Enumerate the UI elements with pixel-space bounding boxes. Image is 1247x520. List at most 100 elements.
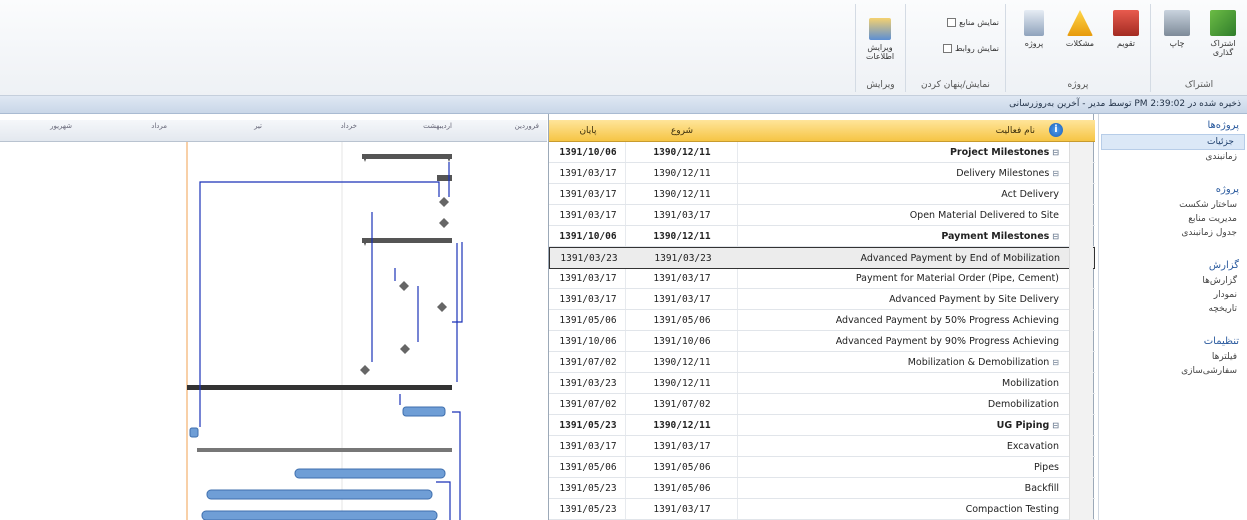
table-row[interactable]: 1391/10/06 1391/10/06 Advanced Payment by … [549,331,1095,352]
finish-cell[interactable]: 1391/10/06 [551,226,625,247]
summary-bar[interactable] [437,175,452,181]
nav-section-heading[interactable]: پروژه [1099,178,1247,198]
nav-item[interactable]: تاریخچه [1099,302,1247,316]
checkbox-box[interactable] [947,18,957,27]
milestone[interactable] [439,197,449,207]
nav-item[interactable]: جدول زمانبندی [1099,226,1247,240]
finish-cell[interactable]: 1391/07/02 [551,394,625,415]
finish-cell[interactable]: 1391/03/17 [551,184,625,205]
task-name-cell[interactable]: Payment for Material Order (Pipe, Cement… [741,268,1063,289]
start-cell[interactable]: 1391/03/23 [628,248,738,269]
finish-cell[interactable]: 1391/03/17 [551,163,625,184]
start-cell[interactable]: 1391/03/17 [627,289,737,310]
info-icon[interactable]: i [1049,123,1063,137]
task-name-cell[interactable]: Open Material Delivered to Site [741,205,1063,226]
nav-section-heading[interactable]: گزارش [1099,254,1247,274]
project-button[interactable]: پروژه [1014,10,1054,48]
task-name-cell[interactable]: UG Piping ⊟ [741,415,1063,436]
start-cell[interactable]: 1391/07/02 [627,394,737,415]
task-name-cell[interactable]: Mobilization [741,373,1063,394]
nav-item[interactable]: جزئیات [1101,134,1245,150]
task-bar[interactable] [189,427,199,438]
finish-cell[interactable]: 1391/03/17 [551,205,625,226]
column-header-finish[interactable]: پایان [551,120,625,142]
show-links-checkbox[interactable]: نمایش روابط [942,44,999,53]
grid-scrollbar[interactable] [1069,142,1093,520]
finish-cell[interactable]: 1391/05/23 [551,415,625,436]
start-cell[interactable]: 1391/03/17 [627,205,737,226]
finish-cell[interactable]: 1391/03/17 [551,268,625,289]
task-grid[interactable]: پایان شروع نام فعالیت i 1391/10/06 1390/1… [548,114,1095,520]
issues-button[interactable]: مشکلات [1060,10,1100,48]
task-name-cell[interactable]: Compaction Testing [741,499,1063,520]
table-row[interactable]: 1391/10/06 1390/12/11 Payment Milestones ⊟ [549,226,1095,247]
start-cell[interactable]: 1390/12/11 [627,142,737,163]
table-row[interactable]: 1391/05/23 1391/03/17 Compaction Testing [549,499,1095,520]
finish-cell[interactable]: 1391/05/06 [551,457,625,478]
table-row[interactable]: 1391/03/17 1390/12/11 Delivery Milestones ⊟ [549,163,1095,184]
task-name-cell[interactable]: Act Delivery [741,184,1063,205]
expand-toggle-icon[interactable]: ⊟ [1052,232,1059,241]
finish-cell[interactable]: 1391/03/17 [551,289,625,310]
start-cell[interactable]: 1391/05/06 [627,478,737,499]
nav-item[interactable]: زمانبندی [1099,150,1247,164]
start-cell[interactable]: 1390/12/11 [627,184,737,205]
table-row[interactable]: 1391/03/17 1391/03/17 Payment for Material… [549,268,1095,289]
task-name-cell[interactable]: Backfill [741,478,1063,499]
print-button[interactable]: چاپ [1157,10,1197,48]
start-cell[interactable]: 1390/12/11 [627,163,737,184]
start-cell[interactable]: 1391/05/06 [627,310,737,331]
milestone[interactable] [439,218,449,228]
table-row[interactable]: 1391/03/17 1390/12/11 Act Delivery [549,184,1095,205]
task-name-cell[interactable]: Excavation [741,436,1063,457]
milestone[interactable] [360,365,370,375]
edit-info-button[interactable]: ویرایش اطلاعات [860,18,900,61]
task-name-cell[interactable]: Delivery Milestones ⊟ [741,163,1063,184]
task-bar[interactable] [206,489,433,500]
nav-section-heading[interactable]: پروژه‌ها [1099,114,1247,134]
nav-section-heading[interactable]: تنظیمات [1099,330,1247,350]
summary-bar[interactable] [197,448,452,452]
summary-bar[interactable] [362,154,452,159]
finish-cell[interactable]: 1391/05/23 [551,499,625,520]
summary-bar[interactable] [187,385,452,390]
start-cell[interactable]: 1390/12/11 [627,415,737,436]
checkbox-box[interactable] [942,44,952,53]
table-row[interactable]: 1391/07/02 1391/07/02 Demobilization [549,394,1095,415]
show-resources-checkbox[interactable]: نمایش منابع [947,18,999,27]
table-row[interactable]: 1391/05/23 1390/12/11 UG Piping ⊟ [549,415,1095,436]
start-cell[interactable]: 1391/03/17 [627,499,737,520]
finish-cell[interactable]: 1391/03/23 [552,248,626,269]
table-row[interactable]: 1391/03/17 1391/03/17 Excavation [549,436,1095,457]
task-name-cell[interactable]: Advanced Payment by Site Delivery [741,289,1063,310]
share-button[interactable]: اشتراک گذاری [1203,10,1243,57]
start-cell[interactable]: 1390/12/11 [627,352,737,373]
milestone[interactable] [437,302,447,312]
start-cell[interactable]: 1391/03/17 [627,268,737,289]
nav-item[interactable]: سفارشی‌سازی [1099,364,1247,378]
summary-bar[interactable] [362,238,452,243]
task-name-cell[interactable]: Advanced Payment by 90% Progress Achievi… [741,331,1063,352]
gantt-chart[interactable]: فروردین اردیبهشت خرداد تیر مرداد شهریور [0,114,547,520]
calendar-button[interactable]: تقویم [1106,10,1146,48]
expand-toggle-icon[interactable]: ⊟ [1052,169,1059,178]
task-name-cell[interactable]: Payment Milestones ⊟ [741,226,1063,247]
finish-cell[interactable]: 1391/07/02 [551,352,625,373]
finish-cell[interactable]: 1391/03/23 [551,373,625,394]
nav-item[interactable]: ساختار شکست [1099,198,1247,212]
task-name-cell[interactable]: Demobilization [741,394,1063,415]
expand-toggle-icon[interactable]: ⊟ [1052,148,1059,157]
finish-cell[interactable]: 1391/10/06 [551,142,625,163]
task-name-cell[interactable]: Advanced Payment by End of Mobilization [742,248,1064,269]
column-header-name[interactable]: نام فعالیت [741,120,1041,142]
column-header-start[interactable]: شروع [627,120,737,142]
milestone[interactable] [400,344,410,354]
task-bar[interactable] [201,510,438,520]
task-name-cell[interactable]: Pipes [741,457,1063,478]
start-cell[interactable]: 1391/05/06 [627,457,737,478]
nav-item[interactable]: فیلترها [1099,350,1247,364]
nav-item[interactable]: نمودار [1099,288,1247,302]
table-row[interactable]: 1391/07/02 1390/12/11 Mobilization & Demob… [549,352,1095,373]
finish-cell[interactable]: 1391/05/23 [551,478,625,499]
table-row[interactable]: 1391/05/23 1391/05/06 Backfill [549,478,1095,499]
